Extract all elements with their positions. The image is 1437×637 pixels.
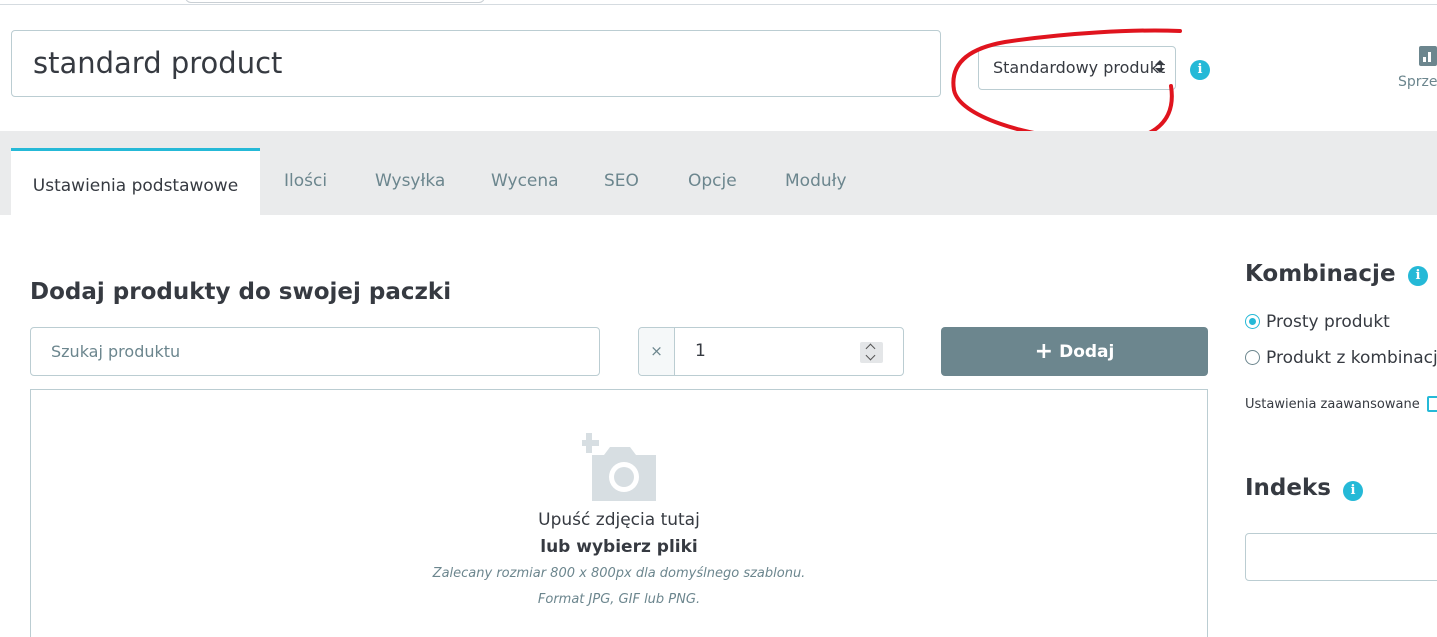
combinations-title: Kombinacje <box>1245 261 1396 287</box>
radio-button[interactable] <box>1245 350 1260 365</box>
dropzone-format-hint: Format JPG, GIF lub PNG. <box>537 592 701 607</box>
bar-chart-icon[interactable] <box>1419 46 1437 66</box>
radio-simple-product[interactable]: Prosty produkt <box>1245 312 1390 332</box>
advanced-settings-link[interactable]: Ustawienia zaawansowane <box>1245 397 1420 412</box>
plus-icon: + <box>1034 339 1054 364</box>
product-type-select[interactable]: Standardowy produkt <box>978 46 1176 90</box>
tab-seo[interactable]: SEO <box>604 148 639 215</box>
pack-section-title: Dodaj produkty do swojej paczki <box>30 279 452 305</box>
radio-combinations-label: Produkt z kombinacjami <box>1266 348 1437 368</box>
stats-link-label[interactable]: Sprzedaż <box>1398 74 1437 90</box>
index-info-icon[interactable]: i <box>1343 481 1363 501</box>
add-photo-icon <box>582 433 656 501</box>
index-title: Indeks <box>1245 475 1331 501</box>
tab-options[interactable]: Opcje <box>688 148 737 215</box>
image-dropzone[interactable]: Upuść zdjęcia tutaj lub wybierz pliki Za… <box>30 389 1208 637</box>
dropzone-main-text: Upuść zdjęcia tutaj <box>538 510 700 530</box>
tab-modules[interactable]: Moduły <box>785 148 847 215</box>
quantity-input-group[interactable]: × 1 <box>638 327 904 376</box>
add-button-label: Dodaj <box>1059 342 1115 362</box>
tab-shipping[interactable]: Wysyłka <box>375 148 445 215</box>
combinations-info-icon[interactable]: i <box>1408 266 1428 286</box>
radio-product-with-combinations[interactable]: Produkt z kombinacjami <box>1245 348 1437 368</box>
tab-basic-settings[interactable]: Ustawienia podstawowe <box>11 148 260 215</box>
product-name-input[interactable]: standard product <box>11 30 941 97</box>
quantity-value[interactable]: 1 <box>695 328 706 375</box>
tab-pricing[interactable]: Wycena <box>491 148 559 215</box>
index-input[interactable] <box>1245 533 1437 581</box>
product-search-input[interactable]: Szukaj produktu <box>30 327 600 376</box>
dropzone-size-hint: Zalecany rozmiar 800 x 800px dla domyśln… <box>432 566 806 581</box>
radio-simple-product-label: Prosty produkt <box>1266 312 1390 332</box>
add-product-button[interactable]: + Dodaj <box>941 327 1208 376</box>
select-arrows-icon <box>1155 60 1165 76</box>
quantity-multiply-prefix: × <box>639 328 675 375</box>
quantity-stepper[interactable] <box>860 342 883 363</box>
product-type-value: Standardowy produkt <box>993 58 1166 77</box>
choose-files-link[interactable]: lub wybierz pliki <box>31 537 1207 557</box>
radio-button-checked[interactable] <box>1245 314 1260 329</box>
top-tab-edge <box>185 0 485 3</box>
external-link-icon[interactable] <box>1427 396 1437 412</box>
product-type-info-icon[interactable]: i <box>1190 60 1210 80</box>
tab-quantities[interactable]: Ilości <box>284 148 327 215</box>
